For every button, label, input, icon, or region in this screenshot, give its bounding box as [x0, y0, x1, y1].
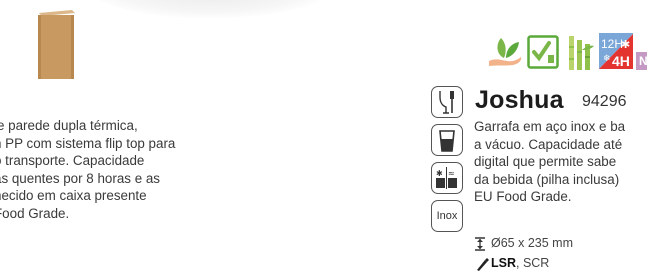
left-description-line: le parede dupla térmica,: [0, 118, 138, 133]
recyclable-tick-icon: [527, 35, 559, 69]
new-badge: N: [636, 52, 647, 70]
tumbler-icon: [431, 124, 463, 156]
product-description-line: Garrafa em aço inox e ba: [474, 119, 626, 134]
product-dimensions: Ø65 x 235 mm: [491, 236, 573, 250]
left-description-line: n PP com sistema flip top para: [0, 135, 176, 151]
product-description-line: digital que permite sabe: [474, 154, 617, 170]
dimensions-icon: [475, 237, 485, 251]
svg-text:≈: ≈: [448, 169, 455, 178]
print-secondary: , SCR: [516, 256, 550, 270]
temperature-retention-badge: 12H ❄ 4H ✱: [599, 33, 633, 69]
hot-hours-label: 12H: [601, 37, 623, 51]
gift-box-image: [38, 10, 75, 79]
print-technique-icon: [477, 258, 489, 271]
left-description-line: o transporte. Capacidade: [0, 153, 145, 169]
hot-cold-drink-icon: ✱ ≈: [431, 162, 463, 194]
left-description: le parede dupla térmica, n PP com sistem…: [0, 117, 216, 223]
cold-hours-label: 4H: [612, 53, 630, 69]
svg-text:✱: ✱: [436, 169, 443, 178]
product-name: Joshua: [475, 86, 564, 114]
product-code: 94296: [582, 93, 627, 110]
product-description-line: da bebida (pilha inclusa): [474, 171, 620, 187]
left-description-line: necido em caixa presente: [0, 188, 147, 204]
inox-material-icon: Inox: [431, 200, 463, 232]
product-description: Garrafa em aço inox e ba a vácuo. Capaci…: [474, 118, 647, 206]
product-description-line: EU Food Grade.: [474, 189, 572, 205]
product-image-edge: [90, 0, 330, 18]
product-description-line: a vácuo. Capacidade até: [474, 136, 623, 152]
temperature-badge-icon: 12H ❄ 4H ✱: [599, 33, 633, 69]
left-description-line: Food Grade.: [0, 205, 70, 221]
eco-hand-leaf-icon: [489, 38, 522, 66]
flask-hot-cold-icon: [431, 86, 463, 118]
print-primary: LSR: [491, 256, 516, 270]
svg-text:❄: ❄: [603, 54, 611, 64]
bamboo-icon: [569, 36, 594, 70]
print-techniques: LSR, SCR: [491, 256, 549, 270]
svg-text:✱: ✱: [621, 38, 630, 51]
left-description-line: as quentes por 8 horas e as: [0, 170, 161, 186]
